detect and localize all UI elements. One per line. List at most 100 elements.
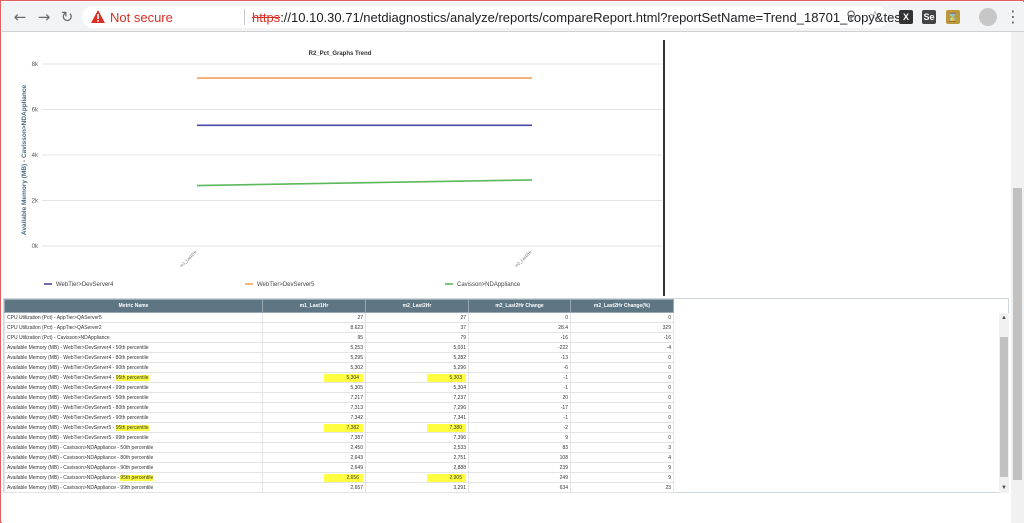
- change-cell: -16: [468, 332, 571, 343]
- page-scrollbar[interactable]: [1011, 32, 1024, 523]
- report-page: R2_Pct_Graphs Trend Available Memory (MB…: [2, 32, 1011, 523]
- table-row[interactable]: Available Memory (MB) - WebTier>DevServe…: [4, 372, 674, 383]
- y-tick-label: 0k: [32, 244, 39, 250]
- m2-value-cell: 5,282: [365, 352, 469, 363]
- legend-label[interactable]: WebTier>DevServer5: [257, 282, 315, 288]
- change-pct-cell: 3: [570, 442, 674, 453]
- table-row[interactable]: Available Memory (MB) - Cavisson>NDAppli…: [4, 442, 674, 453]
- table-row[interactable]: Available Memory (MB) - WebTier>DevServe…: [4, 362, 674, 373]
- series-line[interactable]: [196, 179, 533, 187]
- arrow-left-icon[interactable]: ←: [11, 8, 29, 26]
- column-header-change-pct[interactable]: m2_Last2Hr Change(%): [570, 299, 674, 313]
- highlighted-value: 7,382: [324, 423, 363, 432]
- star-icon[interactable]: ☆: [866, 8, 884, 26]
- table-row[interactable]: Available Memory (MB) - Cavisson>NDAppli…: [4, 482, 674, 493]
- table-row[interactable]: CPU Utilization (Pct) - AppTier>QAServer…: [4, 312, 674, 323]
- m1-value-cell: 2,656: [262, 472, 366, 483]
- column-header-m2[interactable]: m2_Last2Hr: [365, 299, 469, 313]
- highlighted-percentile: 95th percentile: [115, 424, 149, 431]
- m2-value-cell: 27: [365, 312, 469, 323]
- table-row[interactable]: Available Memory (MB) - WebTier>DevServe…: [4, 432, 674, 443]
- y-tick-label: 2k: [32, 199, 39, 205]
- m1-value-cell: 7,313: [262, 402, 366, 413]
- metric-name-cell: CPU Utilization (Pct) - AppTier>QAServer…: [4, 312, 263, 323]
- m1-value-cell: 5,304: [262, 372, 366, 383]
- chart-divider: [663, 40, 665, 296]
- hourglass-icon[interactable]: ⌛: [946, 10, 960, 24]
- avatar-icon[interactable]: [979, 8, 997, 26]
- table-row[interactable]: Available Memory (MB) - WebTier>DevServe…: [4, 342, 674, 353]
- table-row[interactable]: Available Memory (MB) - WebTier>DevServe…: [4, 422, 674, 433]
- change-cell: 9: [468, 432, 571, 443]
- browser-toolbar: ← → ↻ Not secure https://10.10.30.71/net…: [2, 2, 1024, 32]
- change-pct-cell: 0: [570, 412, 674, 423]
- change-cell: -1: [468, 382, 571, 393]
- change-cell: -6: [468, 362, 571, 373]
- change-cell: -1: [468, 412, 571, 423]
- zoom-icon[interactable]: ⚲: [842, 8, 860, 26]
- m1-value-cell: 5,253: [262, 342, 366, 353]
- change-cell: -17: [468, 402, 571, 413]
- table-body: CPU Utilization (Pct) - AppTier>QAServer…: [4, 312, 674, 493]
- change-cell: 83: [468, 442, 571, 453]
- m2-value-cell: 7,341: [365, 412, 469, 423]
- not-secure-label[interactable]: Not secure: [110, 10, 173, 25]
- column-header-metric-name[interactable]: Metric Name: [4, 299, 263, 313]
- more-vert-icon[interactable]: ⋮: [1005, 7, 1021, 27]
- url-path: ://10.10.30.71/netdiagnostics/analyze/re…: [280, 10, 912, 25]
- extension-x-icon[interactable]: X: [899, 10, 913, 24]
- m2-value-cell: 79: [365, 332, 469, 343]
- highlighted-value: 2,905: [427, 473, 466, 482]
- column-header-change[interactable]: m2_Last2Hr Change: [468, 299, 571, 313]
- m1-value-cell: 2,649: [262, 462, 366, 473]
- metric-name-cell: Available Memory (MB) - WebTier>DevServe…: [4, 372, 263, 383]
- table-row[interactable]: Available Memory (MB) - WebTier>DevServe…: [4, 382, 674, 393]
- m1-value-cell: 5,305: [262, 382, 366, 393]
- change-cell: 249: [468, 472, 571, 483]
- scroll-up-icon[interactable]: ▲: [999, 313, 1009, 323]
- table-row[interactable]: Available Memory (MB) - Cavisson>NDAppli…: [4, 452, 674, 463]
- legend-label[interactable]: Cavisson>NDAppliance: [457, 282, 521, 288]
- table-row[interactable]: Available Memory (MB) - WebTier>DevServe…: [4, 392, 674, 403]
- m1-value-cell: 27: [262, 312, 366, 323]
- change-pct-cell: -4: [570, 342, 674, 353]
- change-pct-cell: 23: [570, 482, 674, 493]
- table-row[interactable]: Available Memory (MB) - Cavisson>NDAppli…: [4, 472, 674, 483]
- chart-grid: [42, 63, 662, 247]
- m2-value-cell: 2,905: [365, 472, 469, 483]
- metric-name-cell: Available Memory (MB) - Cavisson>NDAppli…: [4, 482, 263, 493]
- url-scheme: https: [252, 10, 281, 25]
- legend-label[interactable]: WebTier>DevServer4: [56, 282, 114, 288]
- highlighted-percentile: 95th percentile: [120, 474, 154, 481]
- m2-value-cell: 2,888: [365, 462, 469, 473]
- trend-chart: R2_Pct_Graphs Trend Available Memory (MB…: [2, 32, 665, 296]
- change-pct-cell: 0: [570, 352, 674, 363]
- table-scroll-thumb[interactable]: [1000, 337, 1008, 477]
- table-row[interactable]: Available Memory (MB) - WebTier>DevServe…: [4, 402, 674, 413]
- change-pct-cell: 0: [570, 392, 674, 403]
- table-header-row: Metric Name m1_Last1Hr m2_Last2Hr m2_Las…: [4, 299, 674, 313]
- m1-value-cell: 7,217: [262, 392, 366, 403]
- metric-name-cell: Available Memory (MB) - Cavisson>NDAppli…: [4, 452, 263, 463]
- y-tick-label: 6k: [32, 108, 39, 114]
- change-cell: 108: [468, 452, 571, 463]
- extension-se-icon[interactable]: Se: [922, 10, 936, 24]
- table-row[interactable]: Available Memory (MB) - WebTier>DevServe…: [4, 412, 674, 423]
- table-scrollbar[interactable]: ▲ ▼: [999, 313, 1009, 493]
- metric-name-cell: Available Memory (MB) - Cavisson>NDAppli…: [4, 472, 263, 483]
- table-row[interactable]: Available Memory (MB) - WebTier>DevServe…: [4, 352, 674, 363]
- column-header-m1[interactable]: m1_Last1Hr: [262, 299, 366, 313]
- scroll-down-icon[interactable]: ▼: [999, 483, 1009, 493]
- reload-icon[interactable]: ↻: [58, 8, 76, 26]
- table-row[interactable]: Available Memory (MB) - Cavisson>NDAppli…: [4, 462, 674, 473]
- url-text[interactable]: https://10.10.30.71/netdiagnostics/analy…: [252, 10, 912, 25]
- metric-name-prefix: Available Memory (MB) - Cavisson>NDAppli…: [7, 474, 121, 481]
- page-scroll-thumb[interactable]: [1013, 188, 1022, 480]
- table-row[interactable]: CPU Utilization (Pct) - AppTier>QAServer…: [4, 322, 674, 333]
- arrow-right-icon[interactable]: →: [35, 8, 53, 26]
- address-bar[interactable]: Not secure https://10.10.30.71/netdiagno…: [82, 6, 912, 28]
- warning-icon[interactable]: [90, 9, 106, 25]
- highlighted-percentile: 95th percentile: [115, 374, 149, 381]
- table-row[interactable]: CPU Utilization (Pct) - Cavisson>NDAppli…: [4, 332, 674, 343]
- m1-value-cell: 2,643: [262, 452, 366, 463]
